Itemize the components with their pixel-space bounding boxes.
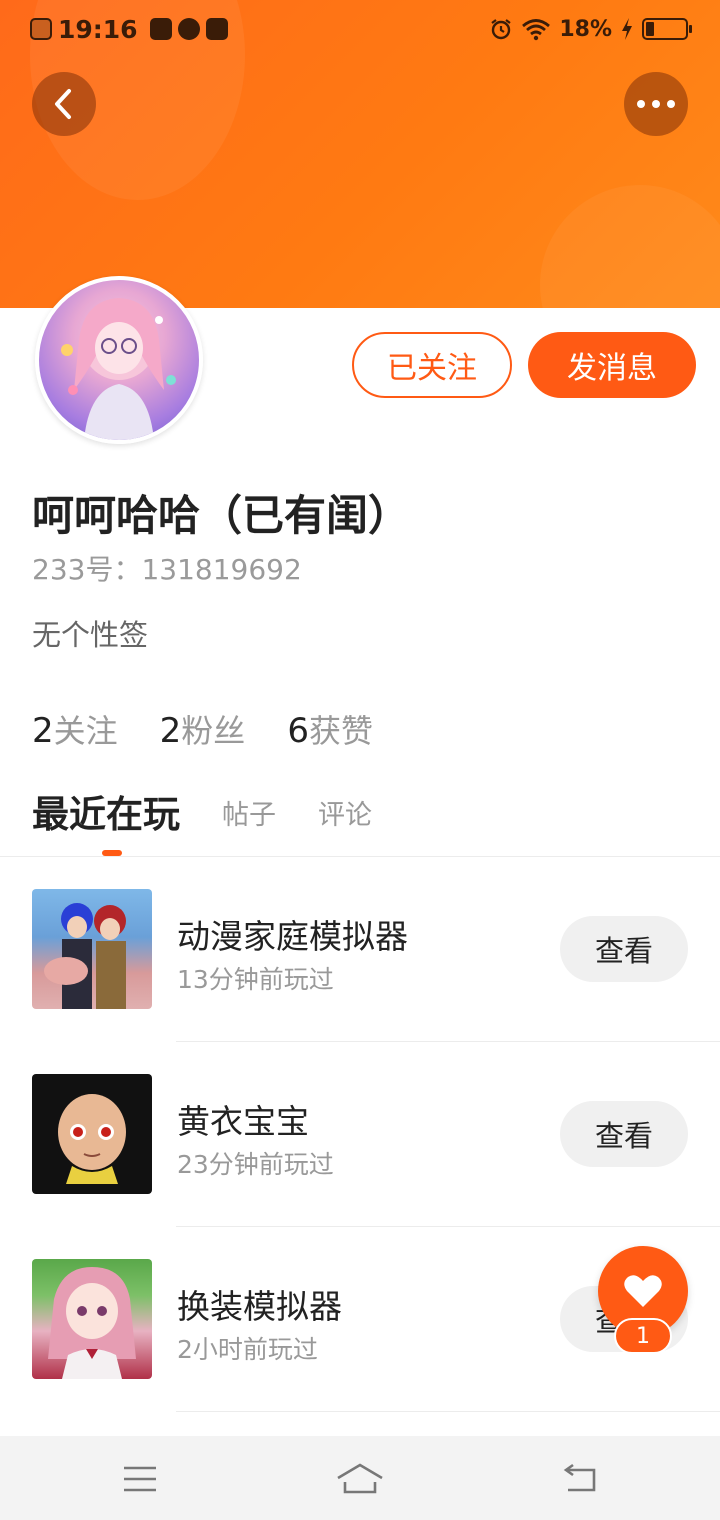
profile-page: 19:16 18% 已关注 发消息 呵呵哈哈（已有闺） 233号：1318196…: [0, 0, 720, 1520]
game-thumbnail: [32, 1259, 152, 1379]
charging-icon: [622, 18, 632, 40]
battery-icon: [642, 18, 692, 40]
sim-off-icon: [30, 18, 52, 40]
game-thumbnail-image: [48, 1267, 136, 1379]
stat-label: 获赞: [308, 712, 373, 750]
chevron-left-icon: [55, 89, 71, 119]
divider: [176, 1041, 720, 1042]
more-dots-icon: [637, 100, 675, 108]
user-signature: 无个性签: [32, 618, 149, 652]
stat-likes[interactable]: 6获赞: [287, 706, 373, 752]
game-title: 动漫家庭模拟器: [177, 917, 408, 956]
avatar-image: [61, 298, 176, 440]
view-button[interactable]: 查看: [560, 1101, 688, 1167]
back-button[interactable]: [32, 72, 96, 136]
wifi-icon: [522, 19, 551, 41]
menu-button[interactable]: [115, 1454, 165, 1504]
alarm-icon: [491, 19, 511, 40]
tab-comments[interactable]: 评论: [318, 793, 372, 858]
stat-following[interactable]: 2关注: [32, 706, 118, 752]
game-thumbnail-image: [44, 903, 126, 1009]
divider: [0, 856, 720, 857]
game-thumbnail: [32, 889, 152, 1009]
status-time: 19:16: [58, 14, 138, 44]
profile-stats: 2关注 2粉丝 6获赞: [32, 706, 373, 752]
home-icon: [337, 1463, 383, 1494]
avatar[interactable]: [35, 276, 203, 444]
stat-number: 2: [159, 711, 182, 751]
stat-number: 2: [32, 711, 54, 751]
home-button[interactable]: [335, 1454, 385, 1504]
mail-icon: [149, 18, 172, 40]
back-nav-button[interactable]: [555, 1454, 605, 1504]
divider: [176, 1411, 720, 1412]
user-name: 呵呵哈哈（已有闺）: [32, 491, 411, 540]
game-thumbnail-image: [58, 1094, 126, 1184]
system-navigation-bar: [0, 1436, 720, 1520]
send-message-button[interactable]: 发消息: [528, 332, 696, 398]
menu-icon: [124, 1466, 156, 1492]
followed-button[interactable]: 已关注: [352, 332, 512, 398]
status-bar: 19:16 18%: [0, 0, 720, 58]
app-icon: [177, 18, 200, 40]
user-id: 233号：131819692: [32, 553, 302, 586]
list-item[interactable]: 黄衣宝宝 23分钟前玩过 查看: [0, 1043, 720, 1228]
more-button[interactable]: [624, 72, 688, 136]
back-icon: [563, 1463, 596, 1492]
game-last-played: 23分钟前玩过: [177, 1150, 334, 1179]
profile-header-banner: 19:16 18%: [0, 0, 720, 308]
stat-fans[interactable]: 2粉丝: [160, 706, 246, 752]
divider: [176, 1226, 720, 1227]
stat-label: 关注: [53, 712, 118, 750]
heart-icon: [624, 1275, 662, 1307]
view-button[interactable]: 查看: [560, 916, 688, 982]
app-icon: [205, 18, 228, 40]
game-last-played: 13分钟前玩过: [177, 965, 334, 994]
game-title: 换装模拟器: [177, 1287, 342, 1326]
stat-label: 粉丝: [181, 712, 246, 750]
stat-number: 6: [287, 711, 309, 751]
like-count-badge: 1: [614, 1318, 672, 1354]
game-thumbnail: [32, 1074, 152, 1194]
list-item[interactable]: 动漫家庭模拟器 13分钟前玩过 查看: [0, 858, 720, 1043]
game-title: 黄衣宝宝: [177, 1102, 309, 1141]
profile-tabs: 最近在玩 帖子 评论: [32, 788, 414, 858]
battery-percent: 18%: [559, 16, 612, 42]
banner-decoration: [540, 185, 720, 308]
tab-recently-played[interactable]: 最近在玩: [32, 784, 180, 858]
tab-posts[interactable]: 帖子: [222, 793, 276, 858]
game-last-played: 2小时前玩过: [177, 1335, 318, 1364]
